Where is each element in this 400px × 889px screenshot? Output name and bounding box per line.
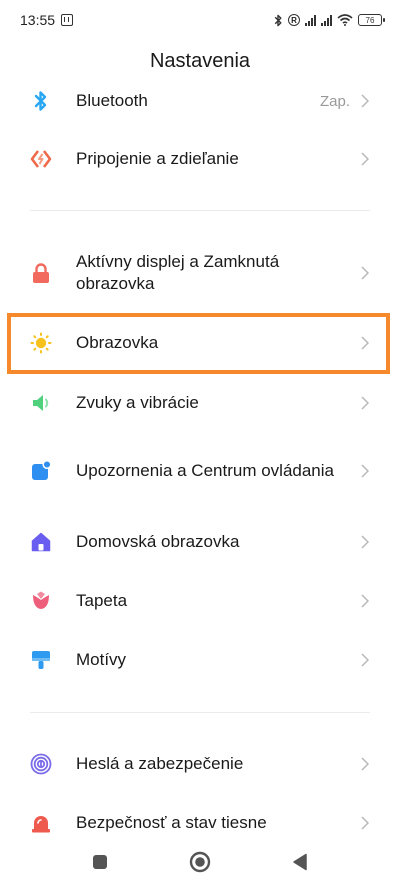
roaming-icon: R	[288, 14, 300, 26]
settings-item-connection-sharing[interactable]: Pripojenie a zdieľanie	[0, 142, 400, 176]
chevron-right-icon	[360, 652, 370, 668]
chevron-right-icon	[360, 756, 370, 772]
chevron-right-icon	[360, 463, 370, 479]
bluetooth-icon	[274, 14, 282, 26]
settings-item-label: Bezpečnosť a stav tiesne	[76, 813, 267, 832]
chevron-right-icon	[360, 93, 370, 109]
battery-level: 76	[365, 15, 375, 25]
chevron-right-icon	[360, 395, 370, 411]
themes-icon	[30, 649, 52, 671]
section-divider	[30, 712, 370, 713]
battery-icon: 76	[358, 14, 385, 26]
settings-item-home-screen[interactable]: Domovská obrazovka	[0, 525, 400, 559]
nfc-icon	[61, 14, 74, 26]
settings-item-label: Motívy	[76, 650, 127, 669]
section-divider	[30, 210, 370, 211]
settings-item-lock-screen[interactable]: Aktívny displej a Zamknutá obrazovka	[0, 250, 400, 296]
siren-icon	[30, 812, 52, 834]
connection-share-icon	[30, 148, 52, 170]
signal-icon	[321, 14, 332, 26]
back-triangle-icon[interactable]	[288, 850, 312, 874]
status-right: R 76	[273, 14, 385, 27]
chevron-right-icon	[360, 151, 370, 167]
settings-item-sounds[interactable]: Zvuky a vibrácie	[0, 386, 400, 420]
settings-item-bluetooth[interactable]: Bluetooth Zap.	[0, 84, 400, 118]
settings-item-label: Heslá a zabezpečenie	[76, 754, 244, 773]
settings-item-passwords-security[interactable]: Heslá a zabezpečenie	[0, 747, 400, 781]
settings-item-value: Zap.	[319, 92, 350, 110]
settings-item-notifications[interactable]: Upozornenia a Centrum ovládania	[0, 448, 400, 494]
speaker-icon	[30, 392, 52, 414]
settings-item-label: Obrazovka	[76, 333, 159, 352]
page-title: Nastavenia	[149, 50, 251, 72]
settings-item-themes[interactable]: Motívy	[0, 643, 400, 677]
settings-item-display[interactable]: Obrazovka	[0, 326, 400, 360]
status-left: 13:55	[20, 12, 74, 28]
chevron-right-icon	[360, 335, 370, 351]
chevron-right-icon	[360, 265, 370, 281]
home-icon	[30, 531, 52, 553]
settings-item-label: Upozornenia a Centrum ovládania	[76, 461, 334, 480]
settings-item-wallpaper[interactable]: Tapeta	[0, 584, 400, 618]
recents-square-icon[interactable]	[88, 850, 112, 874]
settings-item-label: Domovská obrazovka	[76, 532, 240, 551]
settings-screen: 13:55 R 76 Nastavenia Bluetooth Zap. Pri…	[0, 0, 400, 889]
bluetooth-icon	[30, 90, 52, 112]
chevron-right-icon	[360, 593, 370, 609]
settings-item-label: Aktívny displej a Zamknutá obrazovka	[76, 252, 280, 293]
wifi-icon	[337, 14, 353, 26]
tulip-icon	[30, 590, 52, 612]
notification-icon	[30, 460, 52, 482]
sun-icon	[30, 332, 52, 354]
home-circle-icon[interactable]	[188, 850, 212, 874]
chevron-right-icon	[360, 534, 370, 550]
fingerprint-icon	[30, 753, 52, 775]
lock-icon	[30, 262, 52, 284]
chevron-right-icon	[360, 815, 370, 831]
settings-item-label: Pripojenie a zdieľanie	[76, 149, 239, 168]
status-time: 13:55	[20, 12, 56, 28]
settings-item-label: Zvuky a vibrácie	[76, 393, 199, 412]
signal-icon	[305, 14, 316, 26]
navigation-bar	[0, 834, 400, 889]
settings-item-label: Tapeta	[76, 591, 128, 610]
settings-item-label: Bluetooth	[76, 91, 148, 110]
status-bar: 13:55 R 76	[0, 0, 400, 40]
